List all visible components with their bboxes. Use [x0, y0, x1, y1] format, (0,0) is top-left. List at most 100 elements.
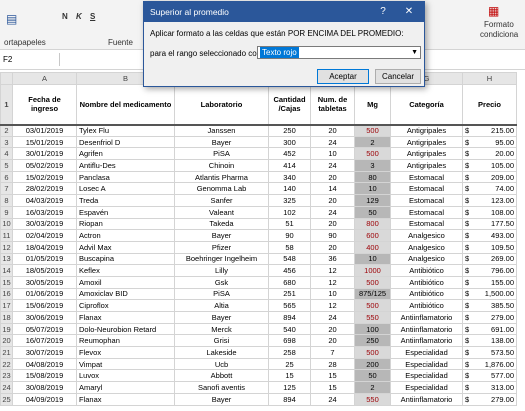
- mg-cell[interactable]: 500: [354, 147, 391, 161]
- table-cell[interactable]: 12: [310, 264, 355, 277]
- row-number[interactable]: 25: [0, 392, 13, 406]
- table-cell[interactable]: 15/01/2019: [12, 135, 77, 149]
- row-number[interactable]: 7: [0, 182, 13, 196]
- table-cell[interactable]: 565: [268, 299, 311, 312]
- table-cell[interactable]: Desenfriol D: [76, 135, 175, 149]
- table-cell[interactable]: 28/02/2019: [12, 182, 77, 196]
- table-cell[interactable]: Antibiótico: [390, 287, 463, 301]
- table-cell[interactable]: Estomacal: [390, 170, 463, 184]
- table-cell[interactable]: 15: [268, 369, 311, 383]
- row-number[interactable]: 10: [0, 217, 13, 231]
- table-cell[interactable]: 414: [268, 159, 311, 172]
- row-number[interactable]: 23: [0, 369, 13, 383]
- table-cell[interactable]: Especialidad: [390, 369, 463, 383]
- bold-button[interactable]: N: [62, 12, 68, 21]
- table-cell[interactable]: 01/06/2019: [12, 287, 77, 301]
- table-cell[interactable]: Ucb: [174, 357, 269, 371]
- table-cell[interactable]: Buscapina: [76, 252, 175, 266]
- header-cell[interactable]: Num. de tabletas: [310, 84, 355, 126]
- table-cell[interactable]: Lilly: [174, 264, 269, 277]
- table-cell[interactable]: Atlantis Pharma: [174, 170, 269, 184]
- table-cell[interactable]: 30/05/2019: [12, 275, 77, 289]
- table-cell[interactable]: 325: [268, 194, 311, 207]
- close-icon[interactable]: ✕: [398, 2, 420, 22]
- table-cell[interactable]: 02/04/2019: [12, 229, 77, 242]
- name-box[interactable]: F2: [0, 53, 60, 66]
- mg-cell[interactable]: 10: [354, 252, 391, 266]
- help-icon[interactable]: ?: [372, 2, 394, 22]
- price-cell[interactable]: $269.00: [462, 252, 517, 266]
- table-cell[interactable]: 125: [268, 381, 311, 394]
- header-cell[interactable]: Nombre del medicamento: [76, 84, 175, 126]
- table-cell[interactable]: Agrifen: [76, 147, 175, 161]
- table-cell[interactable]: Antigripales: [390, 147, 463, 161]
- table-cell[interactable]: 251: [268, 287, 311, 301]
- table-cell[interactable]: Vimpat: [76, 357, 175, 371]
- price-cell[interactable]: $215.00: [462, 124, 517, 137]
- table-cell[interactable]: 16/03/2019: [12, 205, 77, 219]
- table-cell[interactable]: Antigripales: [390, 159, 463, 172]
- table-cell[interactable]: 20: [310, 334, 355, 348]
- mg-cell[interactable]: 875/125: [354, 287, 391, 301]
- mg-cell[interactable]: 50: [354, 369, 391, 383]
- column-header[interactable]: A: [12, 72, 77, 85]
- table-cell[interactable]: 20: [310, 240, 355, 254]
- header-cell[interactable]: Cantidad /Cajas: [268, 84, 311, 126]
- header-cell[interactable]: Laboratorio: [174, 84, 269, 126]
- table-cell[interactable]: 894: [268, 392, 311, 406]
- table-cell[interactable]: Riopan: [76, 217, 175, 231]
- price-cell[interactable]: $691.00: [462, 322, 517, 336]
- chevron-down-icon[interactable]: ▼: [411, 47, 418, 58]
- price-cell[interactable]: $313.00: [462, 381, 517, 394]
- table-cell[interactable]: Espavén: [76, 205, 175, 219]
- table-cell[interactable]: Takeda: [174, 217, 269, 231]
- mg-cell[interactable]: 3: [354, 159, 391, 172]
- table-cell[interactable]: Boehringer Ingelheim: [174, 252, 269, 266]
- table-cell[interactable]: 456: [268, 264, 311, 277]
- table-cell[interactable]: Tylex Flu: [76, 124, 175, 137]
- price-cell[interactable]: $573.50: [462, 346, 517, 359]
- table-cell[interactable]: 24: [310, 311, 355, 324]
- table-cell[interactable]: 30/07/2019: [12, 346, 77, 359]
- table-cell[interactable]: Genomma Lab: [174, 182, 269, 196]
- row-number[interactable]: 22: [0, 357, 13, 371]
- table-cell[interactable]: Keflex: [76, 264, 175, 277]
- price-cell[interactable]: $105.00: [462, 159, 517, 172]
- table-cell[interactable]: Antibiótico: [390, 299, 463, 312]
- table-cell[interactable]: Antibiótico: [390, 275, 463, 289]
- mg-cell[interactable]: 2: [354, 381, 391, 394]
- table-cell[interactable]: Antibiótico: [390, 264, 463, 277]
- table-cell[interactable]: 340: [268, 170, 311, 184]
- mg-cell[interactable]: 250: [354, 334, 391, 348]
- mg-cell[interactable]: 200: [354, 357, 391, 371]
- table-cell[interactable]: Bayer: [174, 229, 269, 242]
- mg-cell[interactable]: 500: [354, 299, 391, 312]
- row-number[interactable]: 4: [0, 147, 13, 161]
- price-cell[interactable]: $123.00: [462, 194, 517, 207]
- mg-cell[interactable]: 800: [354, 217, 391, 231]
- table-cell[interactable]: Chinoin: [174, 159, 269, 172]
- table-cell[interactable]: Reumophan: [76, 334, 175, 348]
- table-cell[interactable]: 20: [310, 217, 355, 231]
- table-cell[interactable]: Antiinflamatorio: [390, 334, 463, 348]
- table-cell[interactable]: Antiflu-Des: [76, 159, 175, 172]
- column-header[interactable]: H: [462, 72, 517, 85]
- table-cell[interactable]: 18/05/2019: [12, 264, 77, 277]
- table-cell[interactable]: 102: [268, 205, 311, 219]
- row-number[interactable]: 13: [0, 252, 13, 266]
- price-cell[interactable]: $279.00: [462, 311, 517, 324]
- table-cell[interactable]: 04/03/2019: [12, 194, 77, 207]
- table-cell[interactable]: 20: [310, 124, 355, 137]
- price-cell[interactable]: $109.50: [462, 240, 517, 254]
- table-cell[interactable]: Analgesico: [390, 252, 463, 266]
- price-cell[interactable]: $385.50: [462, 299, 517, 312]
- table-cell[interactable]: Antiinflamatorio: [390, 311, 463, 324]
- table-cell[interactable]: Janssen: [174, 124, 269, 137]
- price-cell[interactable]: $177.50: [462, 217, 517, 231]
- table-cell[interactable]: 15/06/2019: [12, 299, 77, 312]
- table-cell[interactable]: 30/03/2019: [12, 217, 77, 231]
- table-cell[interactable]: Ciproflox: [76, 299, 175, 312]
- table-cell[interactable]: Flanax: [76, 392, 175, 406]
- table-cell[interactable]: 140: [268, 182, 311, 196]
- mg-cell[interactable]: 100: [354, 322, 391, 336]
